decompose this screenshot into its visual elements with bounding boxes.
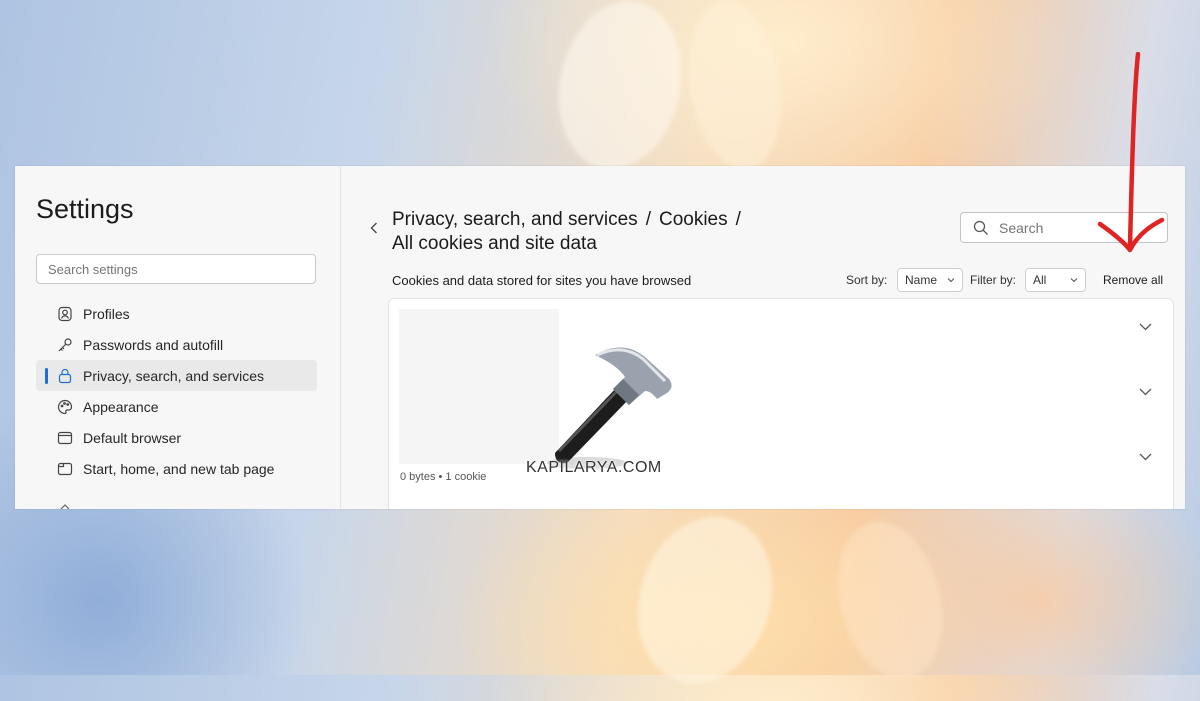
- sidebar-item-privacy[interactable]: Privacy, search, and services: [36, 360, 317, 391]
- breadcrumb: Privacy, search, and services / Cookies /: [392, 208, 749, 232]
- settings-sidebar: Settings Profiles Passwords and autofill…: [15, 166, 341, 509]
- settings-title: Settings: [36, 194, 134, 224]
- breadcrumb-separator: /: [645, 209, 651, 230]
- expand-row-chevron-icon[interactable]: [1139, 388, 1152, 396]
- background-light-streak: [822, 510, 958, 690]
- back-button[interactable]: [367, 218, 381, 238]
- cookie-site-list: 0 bytes • 1 cookie: [388, 298, 1174, 509]
- chevron-down-icon: [1070, 278, 1078, 283]
- key-icon: [56, 336, 74, 354]
- breadcrumb-cookies-link[interactable]: Cookies: [659, 209, 728, 230]
- background-light-streak: [616, 499, 794, 701]
- settings-nav: Profiles Passwords and autofill Privacy,…: [36, 298, 317, 484]
- breadcrumb-separator: /: [735, 209, 741, 230]
- annotation-arrow-icon: [1097, 52, 1165, 253]
- sort-by-dropdown[interactable]: Name: [897, 268, 963, 292]
- breadcrumb-privacy-link[interactable]: Privacy, search, and services: [392, 209, 638, 230]
- filter-by-label: Filter by:: [970, 273, 1017, 287]
- sidebar-item-appearance[interactable]: Appearance: [36, 391, 317, 422]
- sidebar-item-label: Privacy, search, and services: [83, 367, 265, 384]
- search-settings-input[interactable]: [36, 254, 316, 284]
- background-light-streak: [543, 0, 697, 181]
- chevron-left-icon: [370, 222, 377, 234]
- expand-row-chevron-icon[interactable]: [1139, 453, 1152, 461]
- page-title: All cookies and site data: [392, 233, 597, 254]
- cookies-main-panel: Privacy, search, and services / Cookies / A…: [341, 166, 1185, 509]
- sidebar-item-profiles[interactable]: Profiles: [36, 298, 317, 329]
- profile-icon: [56, 305, 74, 323]
- filter-by-value: All: [1033, 273, 1047, 287]
- sidebar-item-default-browser[interactable]: Default browser: [36, 422, 317, 453]
- watermark-text: KAPILARYA.COM: [526, 459, 662, 476]
- sort-by-value: Name: [905, 273, 938, 287]
- chevron-down-icon: [947, 278, 955, 283]
- sidebar-item-label: Passwords and autofill: [83, 336, 224, 353]
- cookies-subtitle: Cookies and data stored for sites you ha…: [392, 273, 692, 288]
- filter-by-dropdown[interactable]: All: [1025, 268, 1086, 292]
- sidebar-item-label: Appearance: [83, 398, 159, 415]
- remove-all-button[interactable]: Remove all: [1103, 273, 1163, 287]
- sidebar-item-label: Profiles: [83, 305, 130, 322]
- lock-icon: [56, 367, 74, 385]
- sidebar-item-label: Default browser: [83, 429, 182, 446]
- sidebar-item-start-home[interactable]: Start, home, and new tab page: [36, 453, 317, 484]
- search-icon: [973, 220, 988, 235]
- browser-icon: [56, 429, 74, 447]
- site-storage-info: 0 bytes • 1 cookie: [400, 471, 487, 483]
- sort-by-label: Sort by:: [846, 273, 888, 287]
- sidebar-item-passwords[interactable]: Passwords and autofill: [36, 329, 317, 360]
- partially-hidden-nav-icon: [60, 504, 70, 509]
- palette-icon: [56, 398, 74, 416]
- sidebar-item-label: Start, home, and new tab page: [83, 460, 275, 477]
- expand-row-chevron-icon[interactable]: [1139, 323, 1152, 331]
- background-light-streak: [678, 0, 792, 176]
- home-tab-icon: [56, 460, 74, 478]
